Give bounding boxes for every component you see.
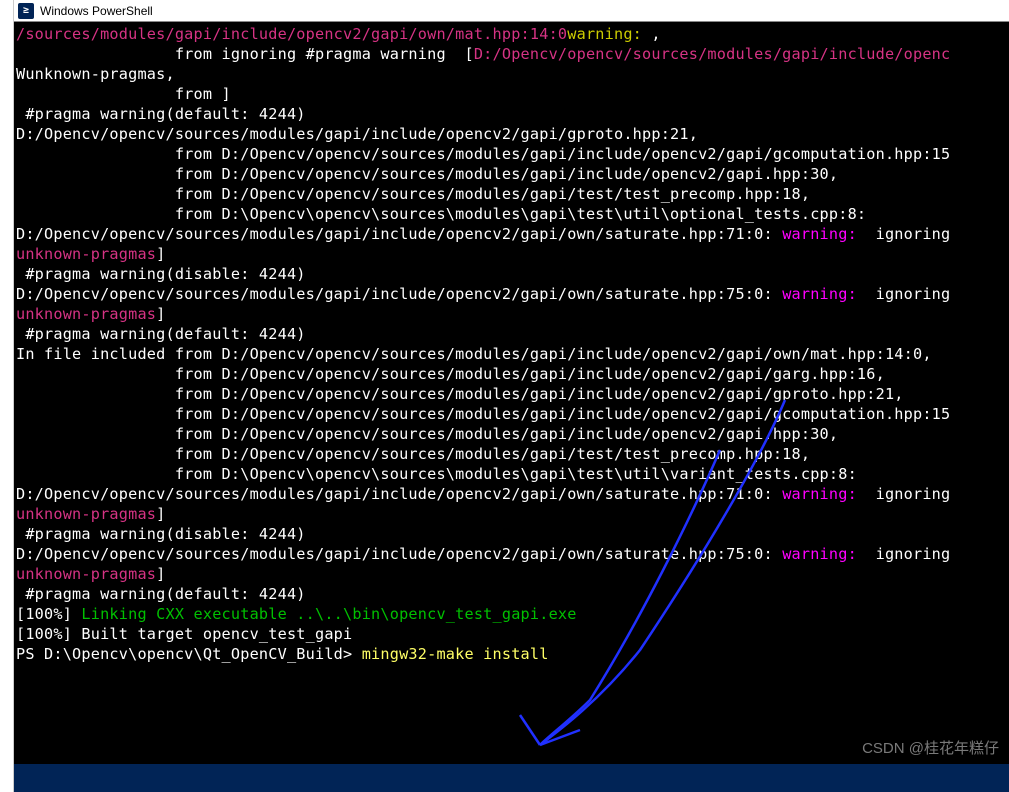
terminal-segment: ] bbox=[156, 565, 165, 583]
terminal-segment: from D:/Opencv/opencv/sources/modules/ga… bbox=[16, 385, 904, 403]
terminal-segment: Linking CXX executable ..\..\bin\opencv_… bbox=[81, 605, 576, 623]
terminal-segment: from D:/Opencv/opencv/sources/modules/ga… bbox=[16, 425, 838, 443]
terminal-segment: [100%] bbox=[16, 605, 81, 623]
terminal-segment: In file included from D:/Opencv/opencv/s… bbox=[16, 345, 932, 363]
terminal-segment: #pragma warning(disable: 4244) bbox=[16, 265, 306, 283]
terminal-line: from ignoring #pragma warning [D:/Opencv… bbox=[16, 44, 1009, 64]
terminal-output[interactable]: /sources/modules/gapi/include/opencv2/ga… bbox=[14, 22, 1009, 764]
terminal-line: from D:/Opencv/opencv/sources/modules/ga… bbox=[16, 364, 1009, 384]
terminal-segment: ] bbox=[156, 245, 165, 263]
terminal-line: Wunknown-pragmas, bbox=[16, 64, 1009, 84]
terminal-segment: unknown-pragmas bbox=[16, 505, 156, 523]
terminal-line: from D:/Opencv/opencv/sources/modules/ga… bbox=[16, 144, 1009, 164]
terminal-line: D:/Opencv/opencv/sources/modules/gapi/in… bbox=[16, 124, 1009, 144]
terminal-segment: D:/Opencv/opencv/sources/modules/gapi/in… bbox=[16, 545, 782, 563]
terminal-line: unknown-pragmas] bbox=[16, 564, 1009, 584]
terminal-segment: ignoring bbox=[866, 485, 950, 503]
terminal-segment: from D:/Opencv/opencv/sources/modules/ga… bbox=[16, 405, 950, 423]
terminal-segment: [100%] Built target opencv_test_gapi bbox=[16, 625, 352, 643]
terminal-line: from D:/Opencv/opencv/sources/modules/ga… bbox=[16, 384, 1009, 404]
terminal-segment: ignoring bbox=[866, 225, 950, 243]
terminal-segment: D:/Opencv/opencv/sources/modules/gapi/in… bbox=[16, 285, 782, 303]
terminal-segment: from ] bbox=[16, 85, 231, 103]
terminal-line: from D:/Opencv/opencv/sources/modules/ga… bbox=[16, 404, 1009, 424]
bottom-blue-bar bbox=[14, 764, 1009, 792]
terminal-segment: D:/Opencv/opencv/sources/modules/gapi/in… bbox=[474, 45, 951, 63]
terminal-segment: ignoring bbox=[866, 285, 950, 303]
terminal-segment: from D:/Opencv/opencv/sources/modules/ga… bbox=[16, 145, 950, 163]
terminal-segment: Wunknown-pragmas, bbox=[16, 65, 175, 83]
terminal-segment: #pragma warning(disable: 4244) bbox=[16, 525, 306, 543]
terminal-line: #pragma warning(default: 4244) bbox=[16, 104, 1009, 124]
terminal-line: PS D:\Opencv\opencv\Qt_OpenCV_Build> min… bbox=[16, 644, 1009, 664]
terminal-line: #pragma warning(default: 4244) bbox=[16, 324, 1009, 344]
terminal-segment: unknown-pragmas bbox=[16, 305, 156, 323]
powershell-icon: ≥ bbox=[18, 3, 34, 19]
terminal-segment: ] bbox=[156, 505, 165, 523]
window-title: Windows PowerShell bbox=[40, 4, 153, 18]
terminal-line: D:/Opencv/opencv/sources/modules/gapi/in… bbox=[16, 284, 1009, 304]
terminal-line: [100%] Built target opencv_test_gapi bbox=[16, 624, 1009, 644]
terminal-segment: from D:\Opencv\opencv\sources\modules\ga… bbox=[16, 205, 866, 223]
terminal-segment: from D:/Opencv/opencv/sources/modules/ga… bbox=[16, 445, 810, 463]
terminal-line: unknown-pragmas] bbox=[16, 304, 1009, 324]
left-background-strip bbox=[0, 0, 14, 792]
window-titlebar[interactable]: ≥ Windows PowerShell bbox=[14, 0, 1009, 22]
terminal-segment: ignoring bbox=[866, 545, 950, 563]
terminal-segment: warning: bbox=[782, 285, 866, 303]
terminal-line: [100%] Linking CXX executable ..\..\bin\… bbox=[16, 604, 1009, 624]
terminal-line: unknown-pragmas] bbox=[16, 244, 1009, 264]
terminal-line: from ] bbox=[16, 84, 1009, 104]
terminal-line: #pragma warning(disable: 4244) bbox=[16, 264, 1009, 284]
terminal-segment: #pragma warning(default: 4244) bbox=[16, 325, 306, 343]
terminal-segment: from D:/Opencv/opencv/sources/modules/ga… bbox=[16, 365, 885, 383]
terminal-line: from D:/Opencv/opencv/sources/modules/ga… bbox=[16, 444, 1009, 464]
terminal-segment: warning: bbox=[567, 25, 651, 43]
terminal-line: #pragma warning(disable: 4244) bbox=[16, 524, 1009, 544]
terminal-line: from D:/Opencv/opencv/sources/modules/ga… bbox=[16, 424, 1009, 444]
terminal-segment: D:/Opencv/opencv/sources/modules/gapi/in… bbox=[16, 125, 698, 143]
terminal-segment: from D:/Opencv/opencv/sources/modules/ga… bbox=[16, 165, 838, 183]
terminal-segment: from D:/Opencv/opencv/sources/modules/ga… bbox=[16, 185, 810, 203]
terminal-segment: mingw32-make install bbox=[362, 645, 549, 663]
terminal-segment: unknown-pragmas bbox=[16, 245, 156, 263]
powershell-window: ≥ Windows PowerShell /sources/modules/ga… bbox=[14, 0, 1009, 792]
terminal-segment: from D:\Opencv\opencv\sources\modules\ga… bbox=[16, 465, 857, 483]
terminal-segment: D:/Opencv/opencv/sources/modules/gapi/in… bbox=[16, 485, 782, 503]
terminal-segment: #pragma warning(default: 4244) bbox=[16, 585, 306, 603]
terminal-line: D:/Opencv/opencv/sources/modules/gapi/in… bbox=[16, 484, 1009, 504]
terminal-segment: #pragma warning(default: 4244) bbox=[16, 105, 306, 123]
terminal-line: D:/Opencv/opencv/sources/modules/gapi/in… bbox=[16, 224, 1009, 244]
terminal-segment: /sources/modules/gapi/include/opencv2/ga… bbox=[16, 25, 567, 43]
terminal-segment: unknown-pragmas bbox=[16, 565, 156, 583]
terminal-line: /sources/modules/gapi/include/opencv2/ga… bbox=[16, 24, 1009, 44]
terminal-line: unknown-pragmas] bbox=[16, 504, 1009, 524]
terminal-line: #pragma warning(default: 4244) bbox=[16, 584, 1009, 604]
terminal-line: from D:\Opencv\opencv\sources\modules\ga… bbox=[16, 204, 1009, 224]
terminal-line: In file included from D:/Opencv/opencv/s… bbox=[16, 344, 1009, 364]
terminal-segment: from ignoring #pragma warning [ bbox=[16, 45, 474, 63]
terminal-line: D:/Opencv/opencv/sources/modules/gapi/in… bbox=[16, 544, 1009, 564]
terminal-line: from D:\Opencv\opencv\sources\modules\ga… bbox=[16, 464, 1009, 484]
terminal-line: from D:/Opencv/opencv/sources/modules/ga… bbox=[16, 184, 1009, 204]
terminal-segment: warning: bbox=[782, 545, 866, 563]
terminal-segment: PS D:\Opencv\opencv\Qt_OpenCV_Build> bbox=[16, 645, 362, 663]
terminal-segment: , bbox=[651, 25, 660, 43]
terminal-segment: ] bbox=[156, 305, 165, 323]
terminal-segment: warning: bbox=[782, 225, 866, 243]
terminal-segment: warning: bbox=[782, 485, 866, 503]
terminal-segment: D:/Opencv/opencv/sources/modules/gapi/in… bbox=[16, 225, 782, 243]
terminal-line: from D:/Opencv/opencv/sources/modules/ga… bbox=[16, 164, 1009, 184]
